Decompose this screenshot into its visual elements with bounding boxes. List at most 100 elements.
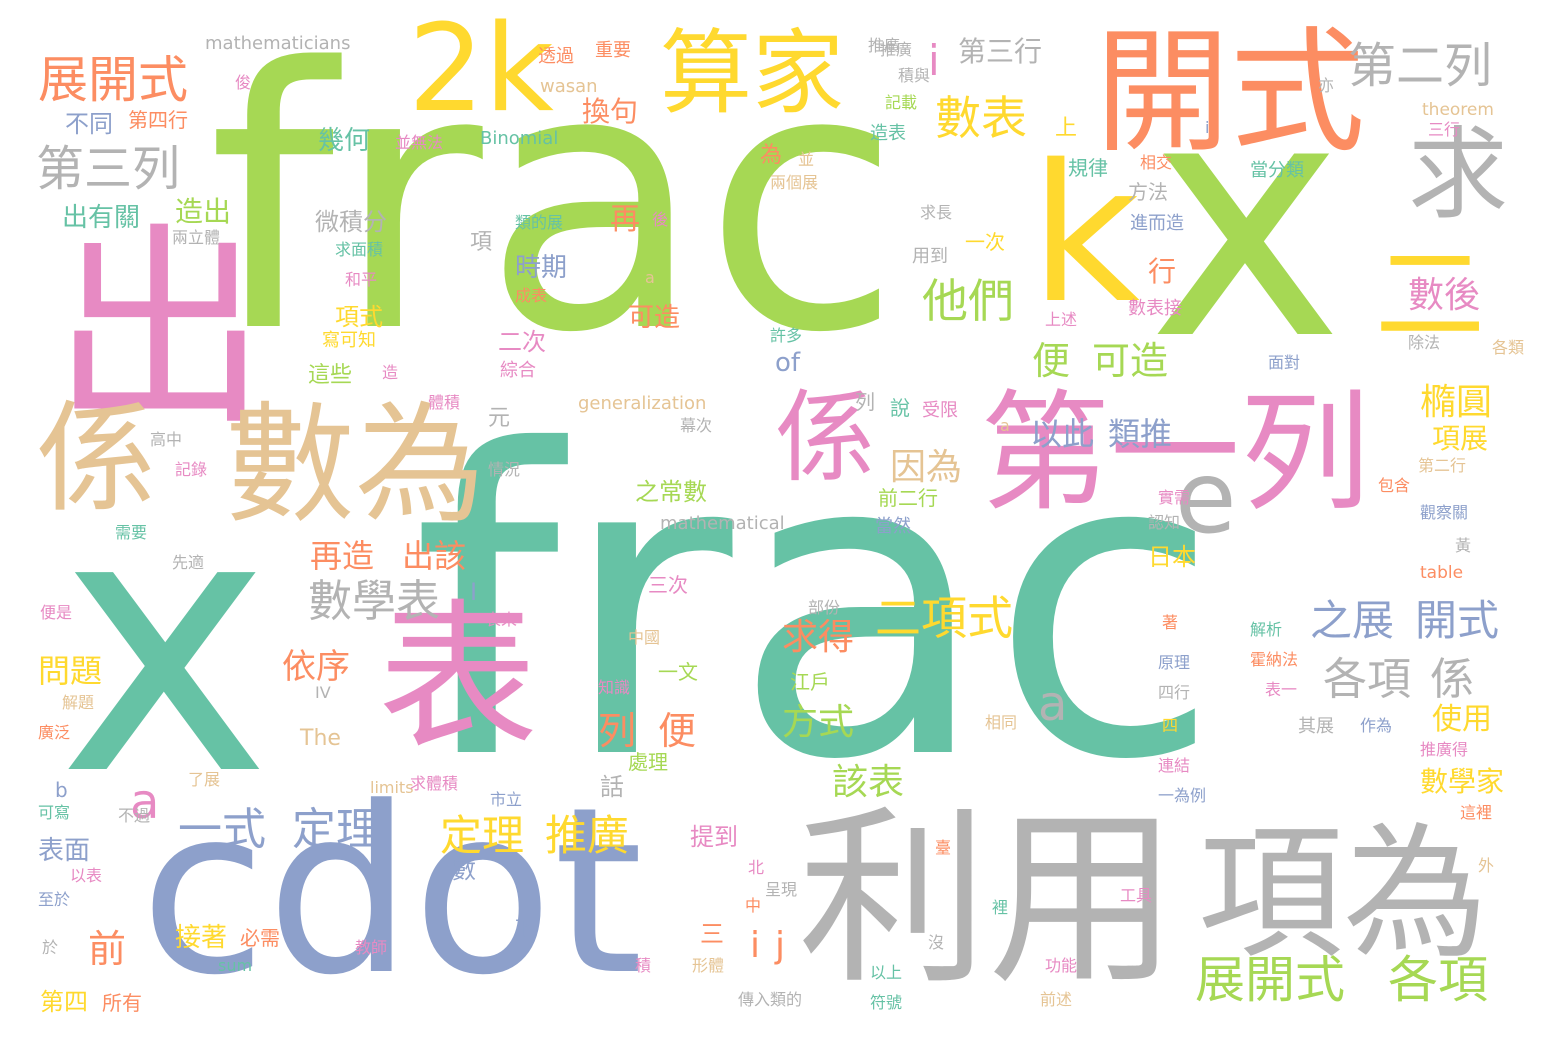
word-xianshi: 先適 (172, 553, 205, 572)
word-gaibiao: 該表 (832, 762, 905, 803)
word-2k: 2k (408, 0, 554, 139)
word-jiezhe: 接著 (175, 923, 228, 953)
word-shuxuebiao: 數學表 (308, 576, 440, 627)
word-zhu: 著 (1162, 613, 1179, 632)
word-zhongguo: 中國 (628, 628, 661, 647)
word-chengxian: 呈現 (765, 880, 798, 899)
word-dangran: 當然 (875, 516, 911, 537)
word-qian: 前 (88, 927, 127, 971)
word-bei: 北 (748, 858, 765, 877)
word-binomial: Binomial (480, 128, 559, 149)
word-huang: 黃 (1455, 536, 1472, 555)
word-of: of (775, 348, 801, 378)
word-qianshu: 前述 (1040, 990, 1073, 1009)
word-mei: 沒 (928, 933, 945, 952)
word-shubiao: 數表 (935, 91, 1027, 145)
word-baohan: 包含 (1378, 476, 1411, 495)
word-yibiao: 以表 (70, 866, 103, 885)
word-kezao-low: 可造 (628, 303, 681, 333)
word-tai: 臺 (935, 838, 952, 857)
word-kaishi-small: 開式 (1415, 596, 1500, 645)
word-qiuchang: 求長 (920, 203, 953, 222)
word-riben: 日本 (1148, 543, 1196, 571)
word-mathematical: mathematical (660, 513, 785, 534)
word-i-low: i (750, 925, 761, 966)
word-shu: 數 (452, 856, 476, 884)
word-zhizhan: 之展 (1310, 596, 1395, 645)
word-gexiang-mid: 各項 (1323, 654, 1411, 705)
word-zaobiao: 造表 (870, 123, 906, 144)
word-chuli: 處理 (628, 750, 668, 774)
word-qiu: 求 (1408, 116, 1508, 233)
word-fangfa: 方法 (1128, 180, 1168, 204)
word-lie-small: 列 (855, 390, 875, 414)
word-i-small: i (1205, 118, 1210, 137)
word-dierlie: 第二列 (1348, 38, 1493, 94)
word-zaizao: 再造 (310, 537, 375, 575)
word-xuyao: 需要 (115, 523, 148, 542)
word-jiyu: 積與 (898, 66, 931, 85)
word-xiangzhan: 項展 (1432, 422, 1489, 455)
word-zao: 造 (382, 363, 399, 382)
word-yinwei: 因為 (890, 447, 963, 488)
word-biaomian: 表面 (38, 836, 91, 866)
word-si: 四 (1162, 716, 1179, 735)
word-hua: 話 (600, 773, 624, 801)
word-dingli-mid: 定理 (440, 811, 525, 860)
word-zhong: 中 (745, 896, 762, 915)
word-shili: 市立 (490, 790, 523, 809)
word-wai: 外 (1478, 856, 1495, 875)
word-xingti: 形體 (692, 956, 725, 975)
word-chuyouguan: 出有關 (62, 203, 141, 233)
word-chuanru: 傳入類的 (738, 990, 803, 1009)
word-shixu: 實需 (1158, 488, 1191, 507)
word-table: table (1420, 563, 1464, 583)
word-guangfan: 廣泛 (38, 723, 71, 742)
word-shouxian: 受限 (922, 400, 958, 421)
word-xi-right: 係 (1430, 654, 1474, 705)
word-yi: 亦 (1318, 76, 1335, 95)
word-jinerzao: 進而造 (1130, 213, 1184, 234)
word-hang: 行 (1148, 255, 1177, 288)
word-dingli-left: 定理 (292, 804, 380, 855)
word-disanhang: 第三行 (958, 35, 1043, 68)
word-wasan: wasan (540, 76, 598, 97)
word-disanlie: 第三列 (36, 141, 181, 197)
word-qiutiji: 求體積 (410, 774, 459, 793)
word-qingkuang: 情況 (488, 460, 521, 479)
word-lianjie: 連結 (1158, 756, 1191, 775)
word-xiangshi: 項式 (335, 303, 383, 331)
word-guancha: 觀察關 (1420, 503, 1469, 522)
word-gongju: 工具 (1120, 886, 1153, 905)
word-shuo: 說 (890, 396, 910, 420)
word-weijifen: 微積分 (315, 208, 387, 236)
word-yishi: 一式 (178, 804, 266, 855)
word-zai: 再 (610, 202, 640, 237)
word-a-small-1: a (1000, 416, 1010, 435)
word-leidezhan: 類的展 (515, 213, 564, 232)
word-bingwufa: 並無法 (395, 133, 444, 152)
word-jieti: 解題 (62, 693, 95, 712)
word-muci: 幕次 (680, 416, 713, 435)
word-hou: 後 (652, 210, 669, 229)
word-yu: 於 (42, 938, 59, 957)
word-jiaoshi: 教師 (355, 938, 388, 957)
word-j-low: j (775, 925, 786, 966)
word-xiekezhi: 寫可知 (322, 330, 376, 351)
word-zonghe: 綜合 (500, 360, 536, 381)
word-miandui: 面對 (1268, 353, 1301, 372)
word-tuiguang-mid: 推廣 (545, 811, 630, 860)
word-zhongyao: 重要 (595, 40, 631, 61)
word-yici-small: 一次 (965, 230, 1005, 254)
word-zhishi: 知識 (598, 678, 631, 697)
word-kexie: 可寫 (38, 803, 71, 822)
word-fuhao: 符號 (870, 993, 903, 1012)
word-bing: 並 (798, 150, 815, 169)
word-suoyou: 所有 (102, 991, 142, 1015)
word-shiyong: 使用 (1432, 702, 1492, 737)
word-yuanli: 原理 (1158, 653, 1191, 672)
word-shuxuejia: 數學家 (1420, 765, 1505, 798)
word-biaolai: 表來 (485, 610, 518, 629)
word-zheli: 這裡 (1460, 803, 1493, 822)
word-tuiguang-small: 推廣 (880, 40, 913, 59)
